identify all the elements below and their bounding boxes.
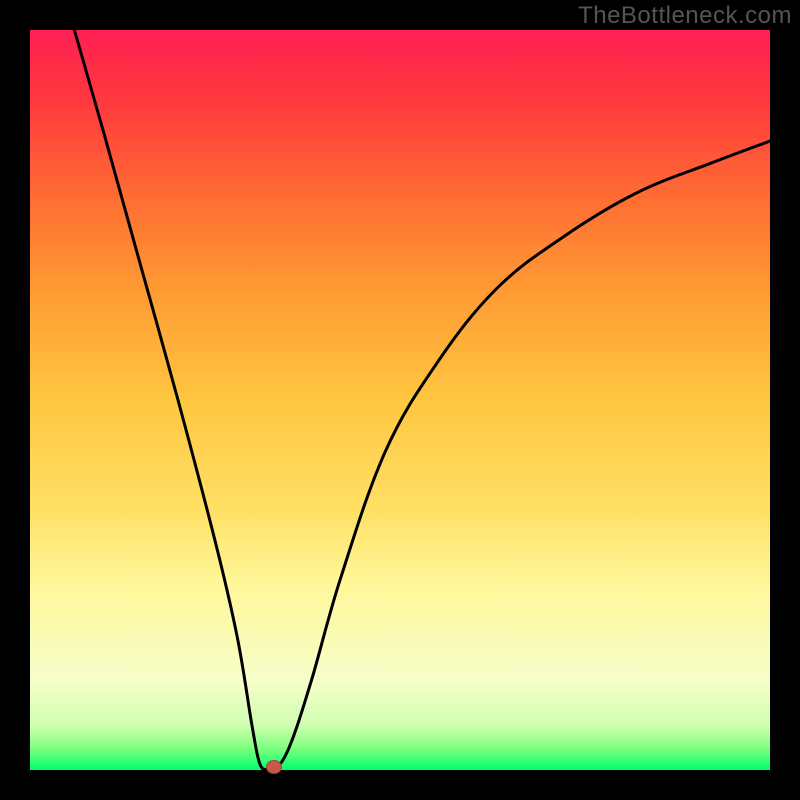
chart-frame: TheBottleneck.com bbox=[0, 0, 800, 800]
optimal-marker bbox=[266, 760, 282, 774]
bottleneck-curve bbox=[74, 30, 770, 770]
plot-area bbox=[30, 30, 770, 770]
watermark-text: TheBottleneck.com bbox=[578, 2, 792, 30]
curve-svg bbox=[30, 30, 770, 770]
